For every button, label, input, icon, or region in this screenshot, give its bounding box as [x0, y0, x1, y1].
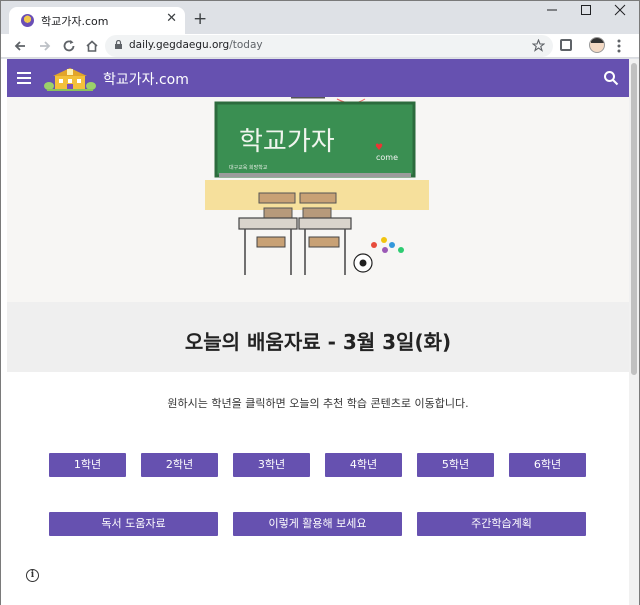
close-window-button[interactable]: [597, 1, 640, 25]
url-path: /today: [229, 39, 263, 51]
maximize-icon: [581, 5, 591, 15]
chalkboard-small-text: 대구교육 희망학교: [229, 165, 268, 171]
url-text: daily.gegdaegu.org/today: [129, 39, 263, 51]
new-tab-button[interactable]: +: [193, 9, 207, 29]
grade-5-button[interactable]: 5학년: [417, 453, 494, 477]
browser-window: 학교가자.com ✕ + daily.gegdaegu.org/today 학교…: [0, 0, 640, 605]
weekly-plan-button[interactable]: 주간학습계획: [417, 512, 586, 536]
kebab-menu-icon[interactable]: [617, 39, 621, 53]
star-icon[interactable]: [532, 39, 545, 52]
chalkboard-heart-icon: ♥: [375, 143, 384, 153]
reload-icon[interactable]: [62, 39, 76, 53]
page-scrollbar[interactable]: [629, 59, 639, 605]
grade-1-button[interactable]: 1학년: [49, 453, 126, 477]
browser-tab[interactable]: 학교가자.com ✕: [9, 7, 185, 35]
reading-resources-button[interactable]: 독서 도움자료: [49, 512, 218, 536]
page-content: 학교가자.com 학교가자 come ♥ 대구교육 희망학교 오늘의 배움자료 …: [1, 59, 629, 605]
lock-icon: [115, 40, 122, 49]
scrollbar-thumb[interactable]: [631, 63, 637, 375]
extension-icon[interactable]: [560, 39, 572, 51]
intro-text: 원하시는 학년을 클릭하면 오늘의 추천 학습 콘텐츠로 이동합니다.: [167, 397, 469, 410]
tab-title: 학교가자.com: [41, 15, 109, 28]
site-title[interactable]: 학교가자.com: [103, 69, 189, 89]
forward-arrow-icon[interactable]: [38, 39, 52, 53]
title-band: 오늘의 배움자료 - 3월 3일(화): [7, 302, 629, 372]
info-icon[interactable]: i: [26, 569, 39, 582]
school-logo-icon[interactable]: [43, 66, 97, 92]
page-title: 오늘의 배움자료 - 3월 3일(화): [184, 330, 452, 354]
back-arrow-icon[interactable]: [13, 39, 27, 53]
profile-avatar[interactable]: [589, 37, 605, 53]
grade-6-button[interactable]: 6학년: [509, 453, 586, 477]
grade-2-button[interactable]: 2학년: [141, 453, 218, 477]
browser-toolbar: daily.gegdaegu.org/today: [1, 34, 639, 58]
chalkboard-sub-text: come: [376, 153, 399, 162]
close-icon: [614, 4, 626, 16]
address-bar[interactable]: daily.gegdaegu.org/today: [105, 35, 553, 57]
home-icon[interactable]: [85, 39, 99, 53]
hamburger-menu-icon[interactable]: [17, 72, 31, 84]
hero-illustration: 학교가자 come ♥ 대구교육 희망학교: [7, 95, 629, 302]
search-icon[interactable]: [603, 70, 619, 86]
how-to-use-button[interactable]: 이렇게 활용해 보세요: [233, 512, 402, 536]
favicon-icon: [21, 14, 34, 27]
chalkboard-text: 학교가자: [239, 127, 335, 157]
minimize-icon: [547, 9, 557, 11]
grade-4-button[interactable]: 4학년: [325, 453, 402, 477]
tab-strip: 학교가자.com ✕ +: [1, 1, 639, 35]
site-header: 학교가자.com: [7, 59, 629, 97]
tab-close-icon[interactable]: ✕: [166, 11, 177, 26]
grade-3-button[interactable]: 3학년: [233, 453, 310, 477]
url-domain: daily.gegdaegu.org: [129, 39, 230, 51]
